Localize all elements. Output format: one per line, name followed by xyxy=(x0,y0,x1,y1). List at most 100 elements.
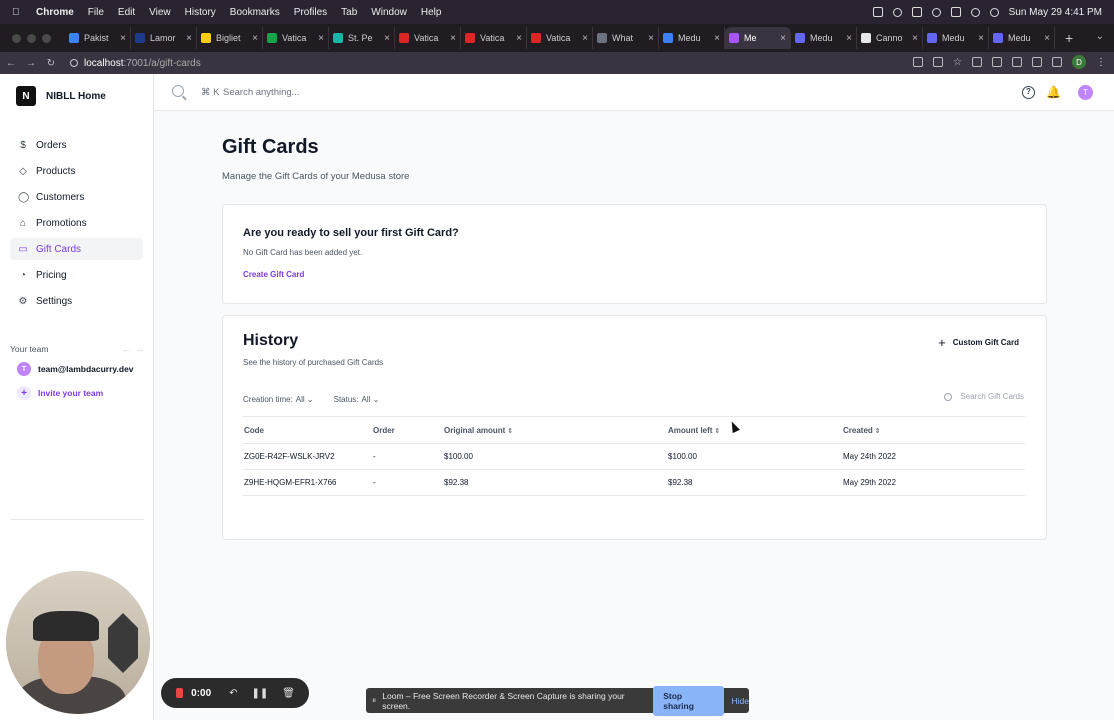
menu-help[interactable]: Help xyxy=(421,7,442,18)
pause-icon[interactable]: ❚❚ xyxy=(252,688,269,699)
spotlight-icon[interactable] xyxy=(989,7,999,17)
hide-banner-button[interactable]: Hide xyxy=(732,696,749,706)
browser-tab[interactable]: Medu × xyxy=(923,27,989,49)
tab-close-icon[interactable]: × xyxy=(384,33,390,44)
browser-tab[interactable]: What × xyxy=(593,27,659,49)
sidebar-item-orders[interactable]: $ Orders xyxy=(10,134,143,156)
sidebar-item-promotions[interactable]: ⌂ Promotions xyxy=(10,212,143,234)
status-icon-4[interactable] xyxy=(931,7,941,17)
maximize-window-button[interactable] xyxy=(42,33,51,43)
gift-card-search[interactable]: Search Gift Cards xyxy=(944,392,1024,401)
creation-time-filter[interactable]: Creation time: All ⌄ xyxy=(243,395,314,404)
menu-app-chrome[interactable]: Chrome xyxy=(36,7,74,18)
tab-close-icon[interactable]: × xyxy=(450,33,456,44)
browser-tab[interactable]: Medu × xyxy=(659,27,725,49)
sidebar-item-customers[interactable]: ◯ Customers xyxy=(10,186,143,208)
tab-close-icon[interactable]: × xyxy=(252,33,258,44)
menu-profiles[interactable]: Profiles xyxy=(294,7,327,18)
browser-tab[interactable]: Medu × xyxy=(989,27,1055,49)
tab-close-icon[interactable]: × xyxy=(1044,33,1050,44)
tab-close-icon[interactable]: × xyxy=(714,33,720,44)
status-icon-3[interactable] xyxy=(911,7,922,17)
menubar-datetime[interactable]: Sun May 29 4:41 PM xyxy=(1009,7,1102,18)
sidebar-item-settings[interactable]: ⚙ Settings xyxy=(10,290,143,312)
menu-window[interactable]: Window xyxy=(371,7,407,18)
search-icon[interactable] xyxy=(172,85,184,97)
minimize-window-button[interactable] xyxy=(27,33,36,43)
sort-icon[interactable]: ⇕ xyxy=(714,428,720,435)
browser-tab[interactable]: Pakist × xyxy=(65,27,131,49)
undo-icon[interactable]: ↶ xyxy=(229,688,237,699)
browser-tab[interactable]: Vatica × xyxy=(527,27,593,49)
notification-bell-icon[interactable]: 🔔 xyxy=(1046,85,1061,99)
col-created[interactable]: Created ⇕ xyxy=(842,416,1025,444)
camera-icon[interactable] xyxy=(913,57,924,67)
extension-icon-3[interactable] xyxy=(1012,57,1022,67)
browser-tab[interactable]: Vatica × xyxy=(395,27,461,49)
tab-close-icon[interactable]: × xyxy=(648,33,654,44)
tab-close-icon[interactable]: × xyxy=(846,33,852,44)
wifi-icon[interactable] xyxy=(970,7,980,17)
apple-icon[interactable]:  xyxy=(12,7,26,18)
forward-button[interactable]: → xyxy=(22,58,40,69)
tab-close-icon[interactable]: × xyxy=(120,33,126,44)
browser-tab[interactable]: Vatica × xyxy=(461,27,527,49)
tab-close-icon[interactable]: × xyxy=(780,33,786,44)
create-gift-card-link[interactable]: Create Gift Card xyxy=(243,270,304,279)
sidebar-toggle-icon[interactable] xyxy=(1052,57,1062,67)
close-window-button[interactable] xyxy=(12,33,21,43)
stop-sharing-button[interactable]: Stop sharing xyxy=(653,685,724,716)
browser-tab[interactable]: Bigliet × xyxy=(197,27,263,49)
trash-icon[interactable]: 🗑 xyxy=(282,688,295,699)
sidebar-item-pricing[interactable]: ◔ Pricing xyxy=(10,264,143,286)
bookmark-star-icon[interactable]: ☆ xyxy=(953,57,962,68)
browser-tab[interactable]: Vatica × xyxy=(263,27,329,49)
drag-handle-icon[interactable]: ⏸ xyxy=(372,695,376,706)
invite-team-button[interactable]: + Invite your team xyxy=(17,386,153,400)
browser-tab[interactable]: St. Pe × xyxy=(329,27,395,49)
browser-tab[interactable]: Me × xyxy=(725,27,791,49)
browser-tab[interactable]: Canno × xyxy=(857,27,923,49)
browser-tab[interactable]: Medu × xyxy=(791,27,857,49)
sidebar-item-gift-cards[interactable]: ▭ Gift Cards xyxy=(10,238,143,260)
sort-icon[interactable]: ⇕ xyxy=(507,428,513,435)
team-member[interactable]: T team@lambdacurry.dev xyxy=(17,362,153,376)
browser-tab[interactable]: Lamor × xyxy=(131,27,197,49)
share-icon[interactable] xyxy=(933,57,944,67)
extension-icon-1[interactable] xyxy=(972,57,982,67)
team-pager-arrows-icon[interactable]: ← → xyxy=(122,344,144,354)
browser-menu-icon[interactable]: ⋮ xyxy=(1096,57,1106,68)
global-search-input[interactable]: Search anything... xyxy=(223,87,300,98)
store-switcher[interactable]: N NIBLL Home xyxy=(16,86,153,106)
url-field[interactable]: localhost :7001/a/gift-cards xyxy=(70,58,201,69)
tab-search-chevron-icon[interactable]: ⌄ xyxy=(1096,31,1104,42)
battery-icon[interactable] xyxy=(950,7,961,17)
reload-button[interactable]: ↻ xyxy=(42,58,60,69)
menu-bookmarks[interactable]: Bookmarks xyxy=(230,7,280,18)
tab-close-icon[interactable]: × xyxy=(978,33,984,44)
menu-tab[interactable]: Tab xyxy=(341,7,357,18)
tab-close-icon[interactable]: × xyxy=(516,33,522,44)
back-button[interactable]: ← xyxy=(2,58,20,69)
extensions-puzzle-icon[interactable] xyxy=(1032,57,1042,67)
help-icon[interactable]: ? xyxy=(1022,86,1035,99)
stop-recording-button[interactable] xyxy=(176,688,184,698)
extension-icon-2[interactable] xyxy=(992,57,1002,67)
gift-card-search-input[interactable]: Search Gift Cards xyxy=(960,392,1024,401)
menu-edit[interactable]: Edit xyxy=(118,7,135,18)
tab-close-icon[interactable]: × xyxy=(186,33,192,44)
col-amount-left[interactable]: Amount left ⇕ xyxy=(667,416,842,444)
menu-file[interactable]: File xyxy=(88,7,104,18)
site-info-icon[interactable] xyxy=(70,59,78,67)
custom-gift-card-button[interactable]: + Custom Gift Card xyxy=(938,335,1019,350)
menu-view[interactable]: View xyxy=(149,7,171,18)
sidebar-item-products[interactable]: ◇ Products xyxy=(10,160,143,182)
menu-history[interactable]: History xyxy=(185,7,216,18)
new-tab-button[interactable]: + xyxy=(1065,30,1073,46)
col-original-amount[interactable]: Original amount ⇕ xyxy=(443,416,667,444)
user-avatar[interactable]: T xyxy=(1078,85,1093,100)
table-row[interactable]: ZG0E-R42F-WSLK-JRV2- $100.00 $100.00 May 24… xyxy=(243,443,1025,470)
profile-avatar[interactable]: D xyxy=(1072,55,1086,69)
tab-close-icon[interactable]: × xyxy=(582,33,588,44)
status-icon-2[interactable] xyxy=(892,7,902,17)
